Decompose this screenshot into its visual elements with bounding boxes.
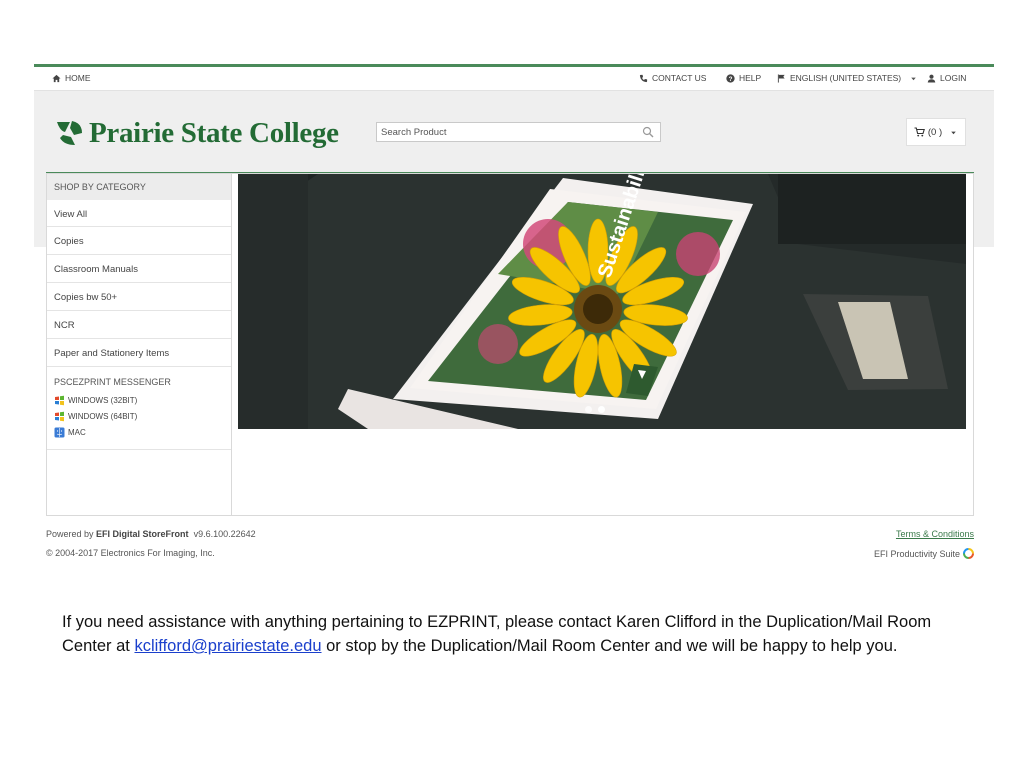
caret-down-icon	[911, 77, 916, 80]
help-icon: ?	[726, 73, 735, 82]
main-content: SHOP BY CATEGORY View All Copies Classro…	[46, 173, 974, 516]
download-windows-64-label: WINDOWS (64BIT)	[68, 411, 138, 421]
language-select[interactable]: ENGLISH (UNITED STATES)	[777, 73, 918, 83]
phone-icon	[639, 74, 648, 82]
sidebar-item-paper-stationery[interactable]: Paper and Stationery Items	[47, 339, 231, 367]
college-name: Prairie State College	[89, 117, 339, 149]
sidebar-item-view-all[interactable]: View All	[47, 200, 231, 227]
utility-bar: HOME CONTACT US ? HELP ENGLISH (UNITED S…	[34, 67, 994, 91]
home-icon	[52, 74, 61, 82]
contact-label: CONTACT US	[652, 73, 707, 83]
contact-email-link[interactable]: kclifford@prairiestate.edu	[134, 637, 321, 655]
login-link[interactable]: LOGIN	[927, 73, 966, 83]
sidebar-item-ncr[interactable]: NCR	[47, 311, 231, 339]
home-link[interactable]: HOME	[52, 73, 91, 83]
caret-down-icon	[951, 131, 956, 134]
windows-icon	[55, 395, 64, 405]
efi-logo-icon	[963, 548, 974, 559]
download-windows-32-label: WINDOWS (32BIT)	[68, 395, 138, 405]
carousel-dot-active[interactable]	[598, 406, 605, 413]
cart-count: (0 )	[927, 126, 943, 138]
messenger-heading: PSCEZPRINT MESSENGER	[54, 377, 171, 387]
cart-icon	[914, 127, 925, 137]
hero-carousel[interactable]: Sustainability	[238, 174, 966, 429]
powered-by-prefix: Powered by	[46, 529, 97, 539]
sidebar-item-classroom-manuals[interactable]: Classroom Manuals	[47, 255, 231, 283]
carousel-dots	[585, 406, 605, 413]
cart-button[interactable]: (0 )	[906, 118, 966, 146]
site-footer: Powered by EFI Digital StoreFront v9.6.1…	[46, 526, 974, 566]
college-logo-mark	[57, 121, 82, 145]
powered-by-brand: EFI Digital StoreFront	[96, 529, 189, 539]
sidebar-heading: SHOP BY CATEGORY	[47, 174, 231, 200]
svg-text:?: ?	[729, 75, 733, 82]
download-windows-64[interactable]: WINDOWS (64BIT)	[47, 408, 231, 424]
carousel-dot[interactable]	[585, 406, 592, 413]
copyright-text: © 2004-2017 Electronics For Imaging, Inc…	[46, 548, 215, 558]
download-mac-label: MAC	[68, 427, 86, 437]
language-label: ENGLISH (UNITED STATES)	[790, 73, 902, 83]
mac-icon	[54, 427, 65, 437]
version-number: v9.6.100.22642	[193, 529, 256, 539]
home-label: HOME	[65, 73, 91, 83]
note-text-after: or stop by the Duplication/Mail Room Cen…	[321, 637, 898, 655]
search-icon[interactable]	[642, 126, 654, 138]
college-logo[interactable]: Prairie State College	[54, 117, 339, 150]
sidebar-divider	[47, 449, 231, 450]
hero-image: Sustainability	[238, 174, 966, 429]
help-link[interactable]: ? HELP	[726, 73, 761, 83]
download-mac[interactable]: MAC	[47, 424, 231, 440]
productivity-suite: EFI Productivity Suite	[874, 548, 974, 559]
sidebar-item-copies[interactable]: Copies	[47, 227, 231, 255]
windows-icon	[55, 411, 64, 421]
help-label: HELP	[739, 73, 762, 83]
assistance-note: If you need assistance with anything per…	[62, 610, 982, 658]
productivity-suite-label: EFI Productivity Suite	[873, 548, 960, 559]
login-label: LOGIN	[940, 73, 967, 83]
powered-by-line: Powered by EFI Digital StoreFront v9.6.1…	[46, 529, 256, 539]
sidebar-item-copies-bw[interactable]: Copies bw 50+	[47, 283, 231, 311]
search-input[interactable]	[381, 125, 636, 139]
flag-icon	[777, 73, 785, 83]
terms-link[interactable]: Terms & Conditions	[896, 529, 974, 539]
user-icon	[927, 74, 936, 83]
download-windows-32[interactable]: WINDOWS (32BIT)	[47, 392, 231, 408]
storefront-screenshot: HOME CONTACT US ? HELP ENGLISH (UNITED S…	[34, 64, 994, 574]
search-box	[376, 122, 661, 142]
contact-link[interactable]: CONTACT US	[639, 73, 706, 83]
category-sidebar: SHOP BY CATEGORY View All Copies Classro…	[47, 174, 232, 515]
